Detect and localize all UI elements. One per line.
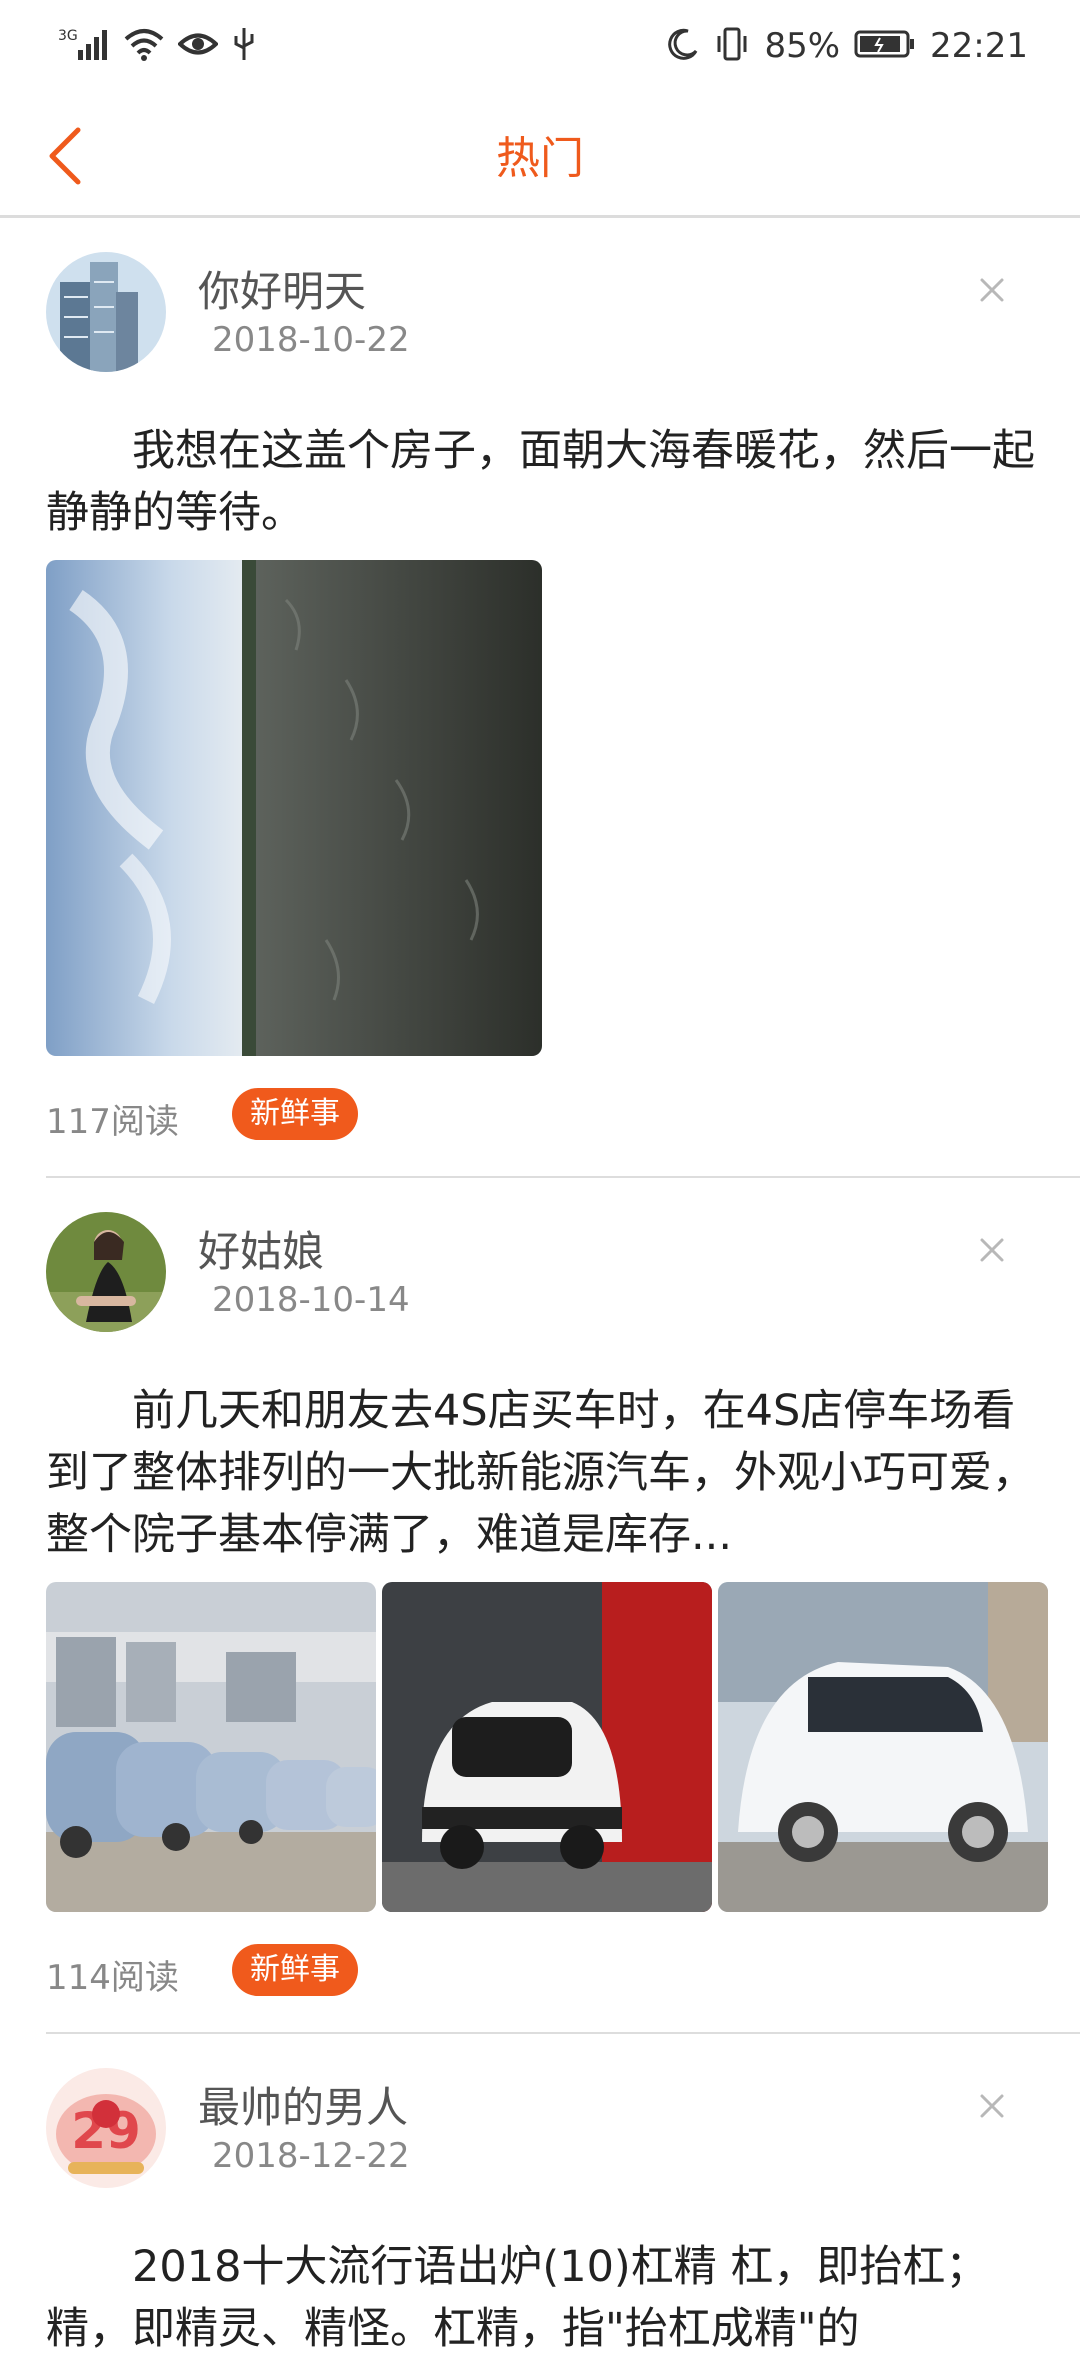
moon-icon: [666, 27, 700, 65]
post-photo[interactable]: [382, 1582, 712, 1912]
post-text[interactable]: 前几天和朋友去4S店买车时，在4S店停车场看到了整体排列的一大批新能源汽车，外观…: [46, 1380, 1044, 1566]
battery-icon: [854, 28, 916, 64]
post-header: 你好明天 2018-10-22: [46, 218, 1080, 372]
avatar[interactable]: [46, 1212, 166, 1332]
svg-text:3G: 3G: [58, 28, 78, 44]
username[interactable]: 好姑娘: [198, 1218, 324, 1279]
dismiss-button[interactable]: [972, 1230, 1012, 1270]
post-feed[interactable]: 你好明天 2018-10-22 我想在这盖个房子，面朝大海春暖花，然后一起静静的…: [0, 218, 1080, 2360]
photo-grid: [46, 1582, 1048, 1912]
vibrate-icon: [714, 26, 750, 66]
dismiss-button[interactable]: [972, 270, 1012, 310]
post-photo[interactable]: [46, 560, 542, 1056]
post-photo[interactable]: [718, 1582, 1048, 1912]
post-text[interactable]: 我想在这盖个房子，面朝大海春暖花，然后一起静静的等待。: [46, 420, 1044, 544]
eye-icon: [177, 29, 219, 63]
close-icon: [980, 2094, 1004, 2118]
close-icon: [980, 278, 1004, 302]
post-card[interactable]: 你好明天 2018-10-22 我想在这盖个房子，面朝大海春暖花，然后一起静静的…: [46, 218, 1080, 1178]
category-tag[interactable]: 新鲜事: [232, 1088, 358, 1140]
close-icon: [980, 1238, 1004, 1262]
post-date: 2018-12-22: [212, 2136, 410, 2176]
post-photo[interactable]: [46, 1582, 376, 1912]
post-header: 好姑娘 2018-10-14: [46, 1178, 1080, 1332]
page-title: 热门: [496, 133, 584, 184]
status-right: 85% 22:21: [666, 26, 1028, 66]
usb-icon: [232, 26, 256, 66]
status-left: 3G: [58, 26, 256, 66]
wifi-icon: [124, 27, 164, 65]
signal-icon: 3G: [58, 26, 110, 66]
battery-percent: 85%: [764, 26, 841, 66]
top-nav-bar: 热门: [0, 92, 1080, 218]
post-footer: 114阅读 新鲜事: [46, 1912, 1080, 2030]
status-bar: 3G 85% 22:21: [0, 0, 1080, 92]
avatar[interactable]: [46, 252, 166, 372]
post-footer: 117阅读 新鲜事: [46, 1056, 1080, 1174]
username[interactable]: 最帅的男人: [198, 2074, 408, 2135]
read-count: 114阅读: [46, 1958, 179, 1998]
clock: 22:21: [930, 26, 1028, 66]
username[interactable]: 你好明天: [198, 258, 366, 319]
category-tag[interactable]: 新鲜事: [232, 1944, 358, 1996]
avatar[interactable]: 29: [46, 2068, 166, 2188]
post-card[interactable]: 29 最帅的男人 2018-12-22 2018十大流行语出炉(10)杠精 杠，…: [46, 2034, 1080, 2360]
post-header: 29 最帅的男人 2018-12-22: [46, 2034, 1080, 2188]
dismiss-button[interactable]: [972, 2086, 1012, 2126]
post-text[interactable]: 2018十大流行语出炉(10)杠精 杠，即抬杠；精，即精灵、精怪。杠精，指"抬杠…: [46, 2236, 1044, 2360]
post-date: 2018-10-22: [212, 320, 410, 360]
post-date: 2018-10-14: [212, 1280, 410, 1320]
read-count: 117阅读: [46, 1102, 179, 1142]
post-card[interactable]: 好姑娘 2018-10-14 前几天和朋友去4S店买车时，在4S店停车场看到了整…: [46, 1178, 1080, 2034]
